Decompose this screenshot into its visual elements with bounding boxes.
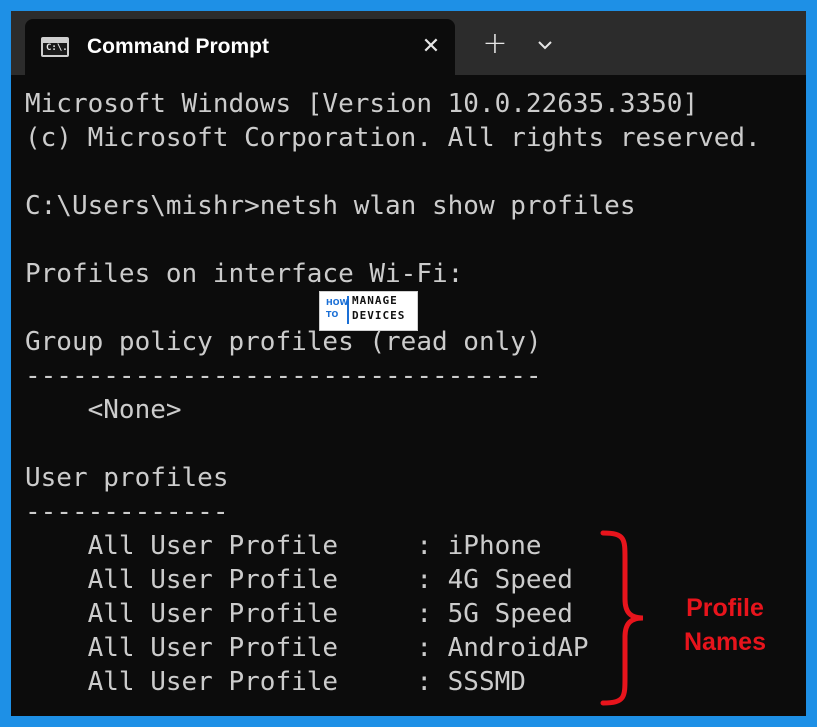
console-line: --------------------------------- <box>25 361 542 391</box>
console-line: All User Profile : AndroidAP <box>25 633 589 663</box>
console-line: (c) Microsoft Corporation. All rights re… <box>25 123 761 153</box>
tab-command-prompt[interactable]: C:\. Command Prompt ✕ <box>25 19 455 75</box>
console-line: User profiles <box>25 463 229 493</box>
close-tab-button[interactable]: ✕ <box>417 33 445 61</box>
logo-text-manage: MANAGE <box>352 294 398 307</box>
logo-text-to: TO <box>326 310 339 319</box>
command-prompt-icon: C:\. <box>41 37 69 57</box>
console-line: ------------- <box>25 497 229 527</box>
logo-text-devices: DEVICES <box>352 309 406 322</box>
console-line: <None> <box>25 395 182 425</box>
new-tab-button[interactable]: + <box>481 29 509 59</box>
title-bar: C:\. Command Prompt ✕ + <box>11 11 806 75</box>
howtomanagedevices-logo: HOW TO MANAGE DEVICES <box>319 291 418 331</box>
annotation-label-line1: Profile <box>686 594 764 622</box>
console-line: All User Profile : iPhone <box>25 531 542 561</box>
terminal-window: C:\. Command Prompt ✕ + Microsoft Window… <box>11 11 806 716</box>
annotation-label-line2: Names <box>684 628 766 656</box>
annotation-label: Profile Names <box>665 591 785 659</box>
console-line: Microsoft Windows [Version 10.0.22635.33… <box>25 89 699 119</box>
console-line: All User Profile : 4G Speed <box>25 565 573 595</box>
console-line: All User Profile : SSSMD <box>25 667 526 697</box>
console-line: Profiles on interface Wi-Fi: <box>25 259 464 289</box>
console-line: All User Profile : 5G Speed <box>25 599 573 629</box>
tab-icon-text: C:\. <box>46 43 68 53</box>
tab-title: Command Prompt <box>87 35 270 58</box>
console-line: Group policy profiles (read only) <box>25 327 542 357</box>
curly-brace-annotation <box>600 530 644 706</box>
chevron-down-icon[interactable] <box>533 33 557 57</box>
logo-divider <box>347 296 349 324</box>
console-line: C:\Users\mishr>netsh wlan show profiles <box>25 191 636 221</box>
logo-text-how: HOW <box>326 298 349 307</box>
